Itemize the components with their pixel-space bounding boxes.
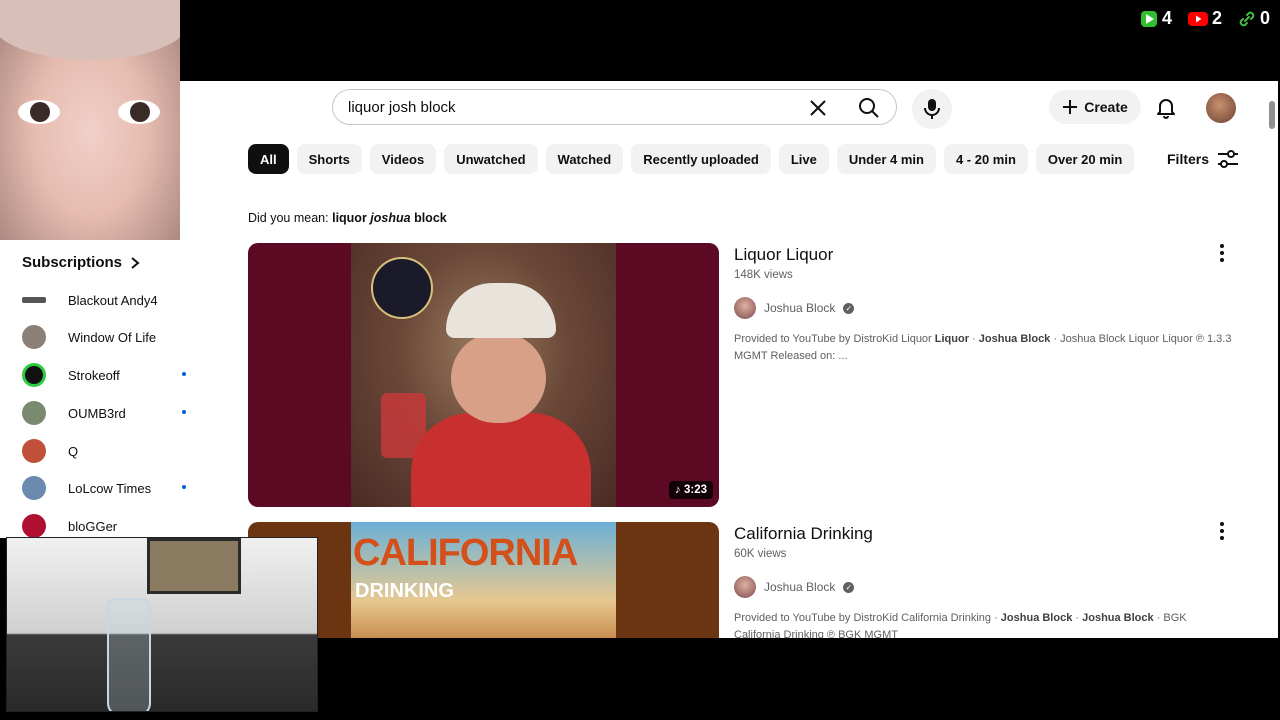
chip-live[interactable]: Live bbox=[778, 144, 829, 174]
play-counter: 4 bbox=[1140, 8, 1172, 29]
scrollbar-thumb[interactable] bbox=[1269, 101, 1275, 129]
subscriptions-heading[interactable]: Subscriptions bbox=[22, 254, 140, 271]
play-icon bbox=[1140, 10, 1157, 27]
more-actions-button[interactable] bbox=[1214, 521, 1230, 541]
video-description: Provided to YouTube by DistroKid Califor… bbox=[734, 612, 1187, 638]
chip-all[interactable]: All bbox=[248, 144, 289, 174]
youtube-count: 2 bbox=[1211, 8, 1222, 28]
microphone-icon bbox=[924, 99, 940, 119]
chip-unwatched[interactable]: Unwatched bbox=[444, 144, 538, 174]
sidebar-item-subscription[interactable]: Q bbox=[22, 439, 190, 463]
stream-counters: 4 2 0 bbox=[1140, 8, 1270, 29]
filter-chips: All Shorts Videos Unwatched Watched Rece… bbox=[248, 144, 1135, 174]
did-you-mean: Did you mean: liquor joshua block bbox=[248, 211, 447, 225]
did-you-mean-prefix: Did you mean: bbox=[248, 211, 329, 225]
wall-picture bbox=[147, 538, 241, 594]
subscription-label: LoLcow Times bbox=[68, 480, 152, 496]
more-vert-icon bbox=[1220, 522, 1224, 540]
verified-icon: ✓ bbox=[843, 581, 855, 593]
more-vert-icon bbox=[1220, 244, 1224, 262]
notifications-button[interactable] bbox=[1154, 95, 1180, 121]
sliders-icon bbox=[1218, 150, 1239, 168]
plus-icon bbox=[1063, 100, 1078, 114]
channel-avatar bbox=[22, 325, 46, 349]
sidebar-item-subscription[interactable]: Window Of Life bbox=[22, 325, 190, 349]
clear-search-button[interactable] bbox=[805, 95, 831, 121]
subscription-label: bloGGer bbox=[68, 518, 118, 534]
sidebar-item-subscription[interactable]: LoLcow Times bbox=[22, 476, 190, 500]
channel-name[interactable]: Joshua Block bbox=[764, 580, 835, 594]
channel-avatar[interactable] bbox=[734, 297, 756, 319]
subscriptions-label: Subscriptions bbox=[22, 254, 123, 271]
create-button[interactable]: Create bbox=[1049, 90, 1141, 124]
thumbnail-text: DRINKING bbox=[355, 580, 454, 602]
voice-search-button[interactable] bbox=[912, 89, 952, 129]
filters-label: Filters bbox=[1167, 151, 1210, 167]
chevron-right-icon bbox=[131, 256, 140, 269]
chip-shorts[interactable]: Shorts bbox=[296, 144, 362, 174]
chip-under-4-min[interactable]: Under 4 min bbox=[836, 144, 936, 174]
new-content-indicator bbox=[182, 485, 186, 489]
create-label: Create bbox=[1084, 99, 1128, 115]
channel-avatar bbox=[22, 439, 46, 463]
chip-recently-uploaded[interactable]: Recently uploaded bbox=[631, 144, 771, 174]
video-title[interactable]: California Drinking bbox=[734, 524, 873, 544]
chip-videos[interactable]: Videos bbox=[369, 144, 437, 174]
video-views: 60K views bbox=[734, 548, 787, 560]
chip-watched[interactable]: Watched bbox=[545, 144, 624, 174]
verified-icon: ✓ bbox=[843, 302, 855, 314]
search-box[interactable]: liquor josh block bbox=[332, 89, 897, 125]
channel-link[interactable]: Joshua Block ✓ bbox=[734, 297, 855, 319]
search-icon bbox=[859, 98, 879, 118]
video-thumbnail[interactable]: CALIFORNIA DRINKING bbox=[248, 522, 719, 638]
channel-avatar bbox=[22, 401, 46, 425]
bell-icon bbox=[1157, 99, 1175, 119]
subscription-label: Blackout Andy4 bbox=[68, 292, 158, 308]
channel-avatar[interactable] bbox=[734, 576, 756, 598]
filters-button[interactable]: Filters bbox=[1167, 149, 1239, 169]
search-input[interactable]: liquor josh block bbox=[348, 99, 456, 116]
play-count: 4 bbox=[1161, 8, 1172, 28]
channel-avatar bbox=[22, 514, 46, 538]
chip-4-20-min[interactable]: 4 - 20 min bbox=[943, 144, 1028, 174]
account-avatar[interactable] bbox=[1206, 93, 1236, 123]
video-title[interactable]: Liquor Liquor bbox=[734, 245, 833, 265]
link-counter: 0 bbox=[1238, 8, 1270, 29]
sidebar-item-subscription[interactable]: Strokeoff bbox=[22, 363, 190, 387]
subscription-label: Q bbox=[68, 443, 79, 459]
sidebar-item-subscription[interactable]: bloGGer bbox=[22, 514, 190, 538]
youtube-counter: 2 bbox=[1187, 8, 1222, 29]
video-description: Provided to YouTube by DistroKid Liquor … bbox=[734, 333, 1232, 362]
channel-logo-badge bbox=[371, 257, 433, 319]
new-content-indicator bbox=[182, 372, 186, 376]
youtube-page: liquor josh block Create All Shorts Vide… bbox=[180, 81, 1278, 638]
channel-avatar bbox=[22, 476, 46, 500]
channel-avatar bbox=[22, 363, 46, 387]
youtube-icon bbox=[1187, 11, 1208, 26]
did-you-mean-suggestion[interactable]: liquor joshua block bbox=[332, 211, 447, 225]
glass-object bbox=[107, 598, 151, 711]
more-actions-button[interactable] bbox=[1214, 243, 1230, 263]
webcam-overlay-bottom bbox=[6, 537, 318, 712]
webcam-overlay-top bbox=[0, 0, 180, 240]
subscription-label: OUMB3rd bbox=[68, 405, 126, 421]
subscription-label: Strokeoff bbox=[68, 367, 120, 383]
link-icon bbox=[1239, 11, 1255, 26]
channel-avatar bbox=[22, 297, 46, 303]
search-button[interactable] bbox=[849, 94, 889, 122]
sidebar-item-subscription[interactable]: OUMB3rd bbox=[22, 401, 190, 425]
subscription-label: Window Of Life bbox=[68, 329, 157, 345]
video-views: 148K views bbox=[734, 269, 793, 281]
channel-link[interactable]: Joshua Block ✓ bbox=[734, 576, 855, 598]
new-content-indicator bbox=[182, 410, 186, 414]
music-note-icon: ♪ bbox=[675, 484, 681, 496]
chip-over-20-min[interactable]: Over 20 min bbox=[1035, 144, 1135, 174]
video-thumbnail[interactable]: ♪ 3:23 bbox=[248, 243, 719, 507]
link-count: 0 bbox=[1259, 8, 1270, 28]
thumbnail-text: CALIFORNIA bbox=[353, 532, 578, 574]
channel-name[interactable]: Joshua Block bbox=[764, 301, 835, 315]
close-icon bbox=[810, 100, 826, 116]
sidebar-item-subscription[interactable]: Blackout Andy4 bbox=[22, 288, 190, 312]
video-duration: ♪ 3:23 bbox=[669, 481, 713, 499]
